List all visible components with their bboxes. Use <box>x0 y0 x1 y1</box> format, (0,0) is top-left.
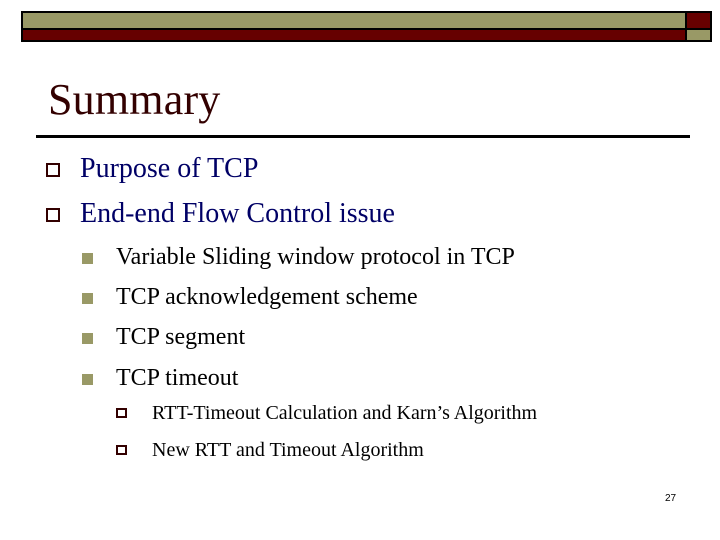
slide-title: Summary <box>48 75 221 124</box>
bullet-item-level1: Purpose of TCP <box>80 153 259 184</box>
page-number: 27 <box>665 493 677 504</box>
header-band-top <box>23 13 685 28</box>
filled-square-bullet-icon <box>82 253 93 264</box>
filled-square-bullet-icon <box>82 374 93 385</box>
bullet-item-level2: TCP timeout <box>116 365 239 391</box>
title-underline-divider <box>36 135 690 138</box>
decorative-header-bar <box>21 11 712 42</box>
hollow-square-bullet-icon <box>116 445 127 455</box>
bullet-item-level2: TCP segment <box>116 324 246 350</box>
bullet-item-level1: End-end Flow Control issue <box>80 198 395 229</box>
header-corner-box-top <box>687 13 710 28</box>
bullet-item-level2: TCP acknowledgement scheme <box>116 284 418 310</box>
hollow-square-bullet-icon <box>46 208 60 222</box>
filled-square-bullet-icon <box>82 333 93 344</box>
header-corner-box-bottom <box>687 30 710 40</box>
bullet-item-level3: New RTT and Timeout Algorithm <box>152 439 424 461</box>
bullet-item-level2: Variable Sliding window protocol in TCP <box>116 244 515 270</box>
header-band-bottom <box>23 30 685 40</box>
hollow-square-bullet-icon <box>46 163 60 177</box>
hollow-square-bullet-icon <box>116 408 127 418</box>
bullet-item-level3: RTT-Timeout Calculation and Karn’s Algor… <box>152 402 538 424</box>
filled-square-bullet-icon <box>82 293 93 304</box>
